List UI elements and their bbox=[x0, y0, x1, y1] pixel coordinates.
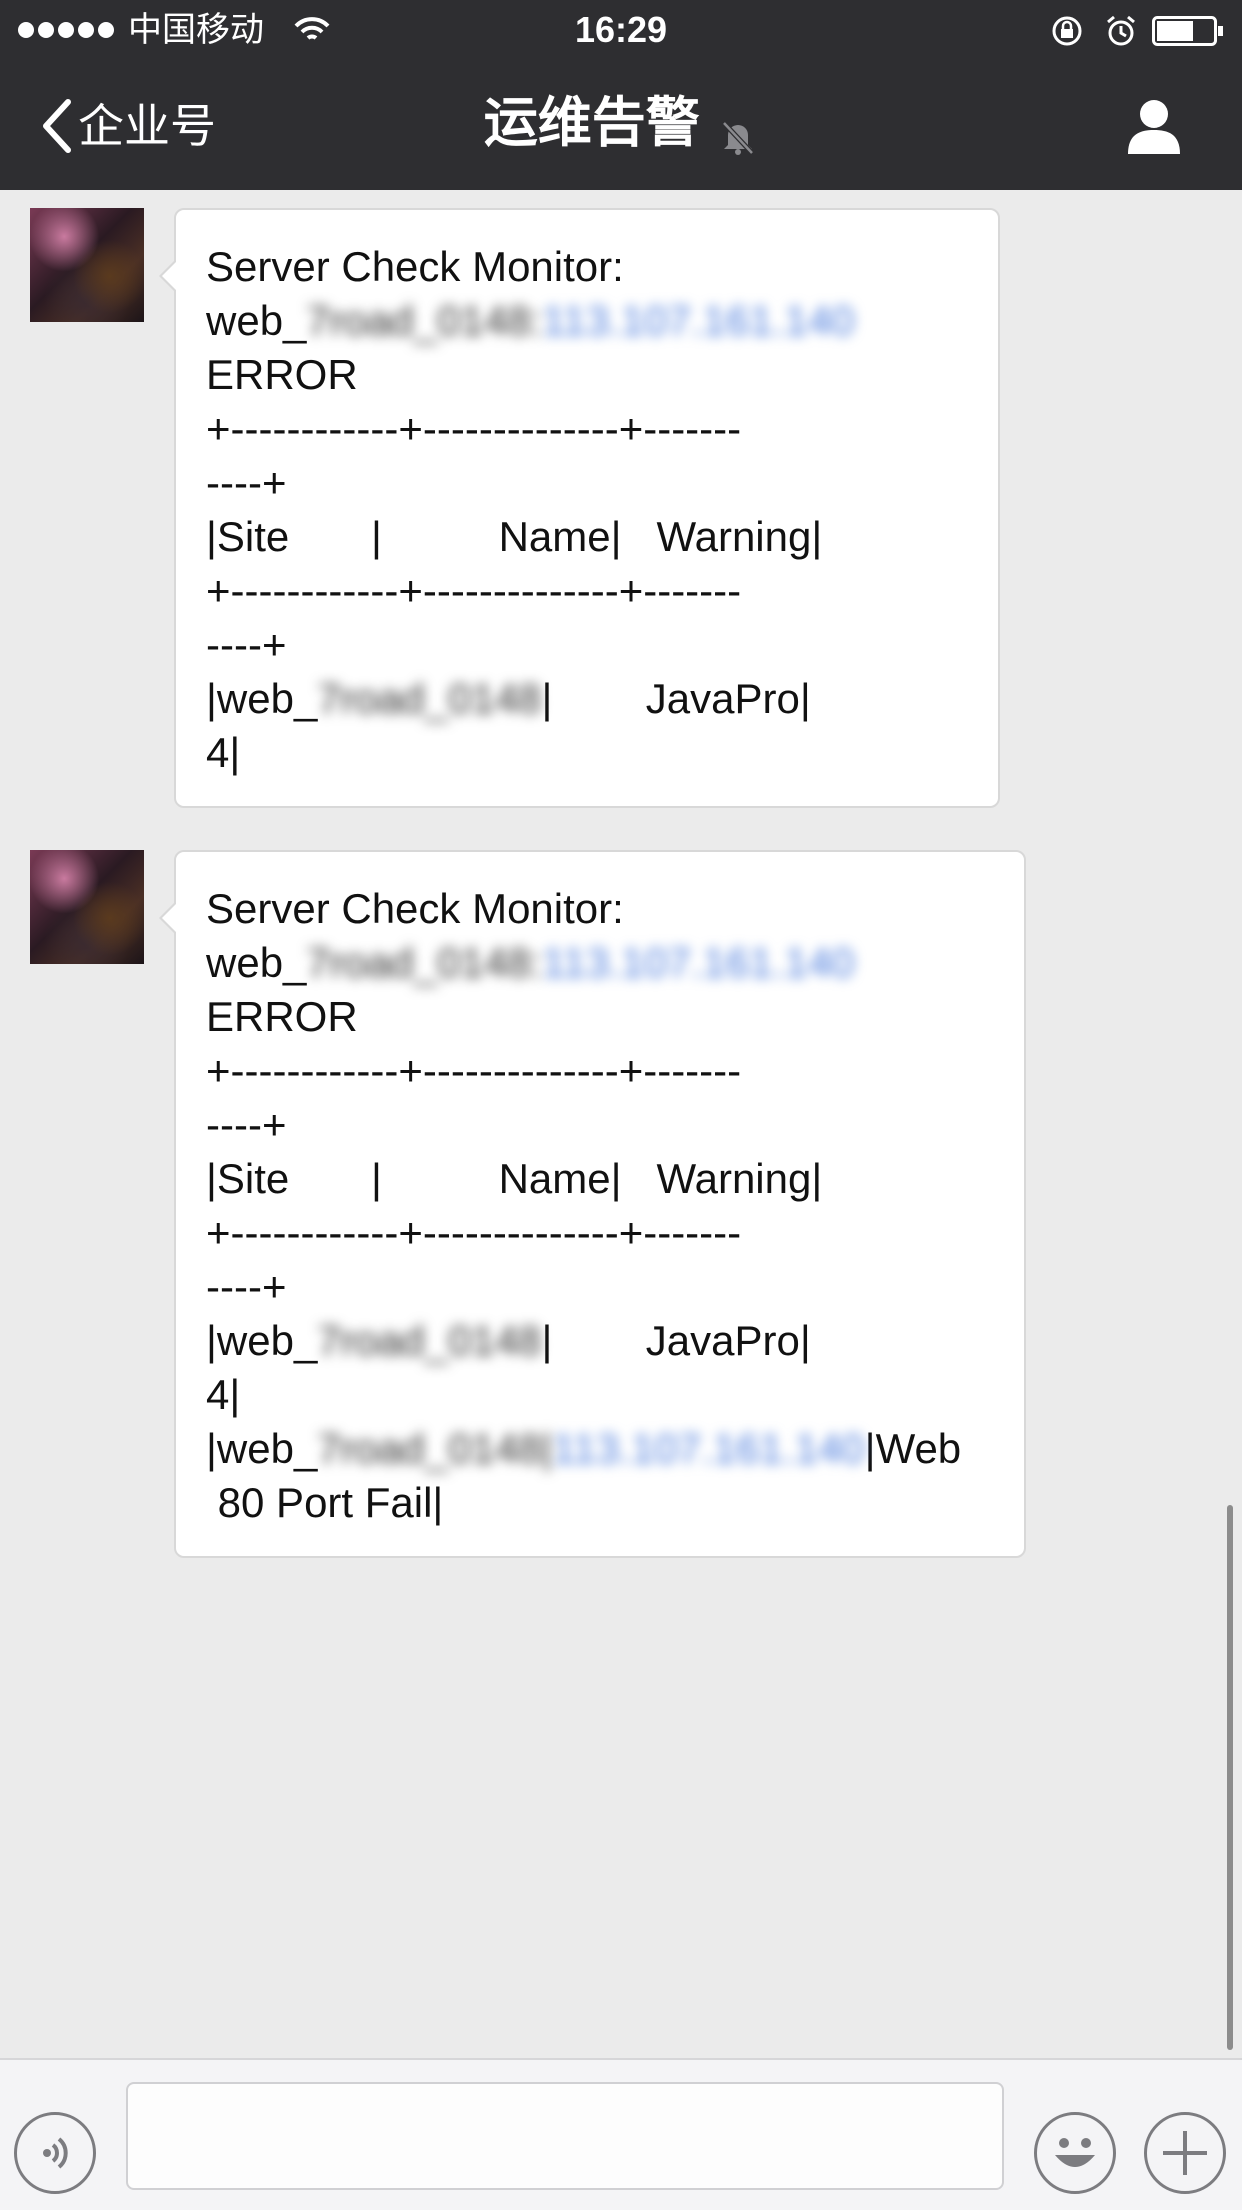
message-line: |web_7road_0148| JavaPro| bbox=[206, 672, 998, 726]
sender-avatar[interactable] bbox=[30, 208, 144, 322]
top-bar: 中国移动 16:29 企业号 运维告警 bbox=[0, 0, 1242, 190]
message-line: ----+ bbox=[206, 459, 287, 506]
text-fragment: |web_ bbox=[206, 1317, 318, 1364]
message-bubble[interactable]: Server Check Monitor: web_7road_0148:113… bbox=[159, 208, 1000, 808]
status-bar: 中国移动 16:29 bbox=[0, 0, 1242, 60]
message-line: +------------+--------------+------- bbox=[206, 1209, 742, 1256]
message-input[interactable] bbox=[126, 2082, 1004, 2190]
alarm-icon bbox=[1107, 15, 1135, 46]
person-icon bbox=[1128, 100, 1180, 154]
rotation-lock-icon bbox=[1052, 16, 1082, 46]
redacted-site-name: 7road_0148: bbox=[306, 297, 543, 344]
message-line: ----+ bbox=[206, 1101, 287, 1148]
message-line: ----+ bbox=[206, 621, 287, 668]
message-line: |Site | Name| Warning| bbox=[206, 1155, 823, 1202]
redacted-site-name: 7road_0148: bbox=[306, 939, 543, 986]
text-fragment: web_ bbox=[206, 297, 307, 344]
text-fragment: web_ bbox=[206, 939, 307, 986]
text-fragment: | JavaPro| bbox=[541, 1317, 811, 1364]
voice-icon bbox=[43, 2137, 68, 2169]
input-bar bbox=[0, 2058, 1242, 2210]
more-options-button[interactable] bbox=[1144, 2112, 1226, 2194]
redacted-ip-link[interactable]: 113.107.161.140 bbox=[552, 1425, 864, 1472]
bell-muted-icon bbox=[722, 121, 755, 155]
navigation-bar: 企业号 运维告警 bbox=[0, 60, 1242, 190]
message-line: +------------+--------------+------- bbox=[206, 405, 742, 452]
text-fragment: |web_ bbox=[206, 1425, 318, 1472]
message-line: 80 Port Fail| bbox=[206, 1479, 444, 1526]
title-group: 运维告警 bbox=[0, 90, 1242, 157]
redacted-site-name: 7road_0148 bbox=[317, 675, 542, 722]
plus-icon bbox=[1163, 2131, 1207, 2175]
message-line: Server Check Monitor: bbox=[206, 243, 624, 290]
message-line: ERROR bbox=[206, 351, 358, 398]
message-line: |Site | Name| Warning| bbox=[206, 513, 823, 560]
message-line: web_7road_0148:113.107.161.140 bbox=[206, 936, 1024, 990]
message-bubble[interactable]: Server Check Monitor: web_7road_0148:113… bbox=[159, 850, 1026, 1558]
message-line: ----+ bbox=[206, 1263, 287, 1310]
message-line: +------------+--------------+------- bbox=[206, 1047, 742, 1094]
emoji-button[interactable] bbox=[1034, 2112, 1116, 2194]
redacted-site-name: 7road_0148| bbox=[317, 1425, 553, 1472]
voice-input-button[interactable] bbox=[14, 2112, 96, 2194]
message-line: |web_7road_0148|113.107.161.140|Web bbox=[206, 1422, 1024, 1476]
text-fragment: |Web bbox=[864, 1425, 962, 1472]
smiley-icon bbox=[1055, 2138, 1095, 2167]
message-line: 4| bbox=[206, 1371, 241, 1418]
redacted-ip-link[interactable]: 113.107.161.140 bbox=[542, 297, 854, 344]
text-fragment: |web_ bbox=[206, 675, 318, 722]
page-title: 运维告警 bbox=[483, 91, 700, 154]
scrollbar[interactable] bbox=[1227, 1505, 1233, 2050]
message-line: 4| bbox=[206, 729, 241, 776]
text-fragment: | JavaPro| bbox=[541, 675, 811, 722]
chat-info-button[interactable] bbox=[1124, 96, 1184, 161]
message-line: +------------+--------------+------- bbox=[206, 567, 742, 614]
redacted-ip-link[interactable]: 113.107.161.140 bbox=[542, 939, 854, 986]
message-line: web_7road_0148:113.107.161.140 bbox=[206, 294, 998, 348]
redacted-site-name: 7road_0148 bbox=[317, 1317, 542, 1364]
message-line: ERROR bbox=[206, 993, 358, 1040]
message-line: Server Check Monitor: bbox=[206, 885, 624, 932]
battery-icon bbox=[1152, 16, 1223, 46]
message-line: |web_7road_0148| JavaPro| bbox=[206, 1314, 1024, 1368]
sender-avatar[interactable] bbox=[30, 850, 144, 964]
